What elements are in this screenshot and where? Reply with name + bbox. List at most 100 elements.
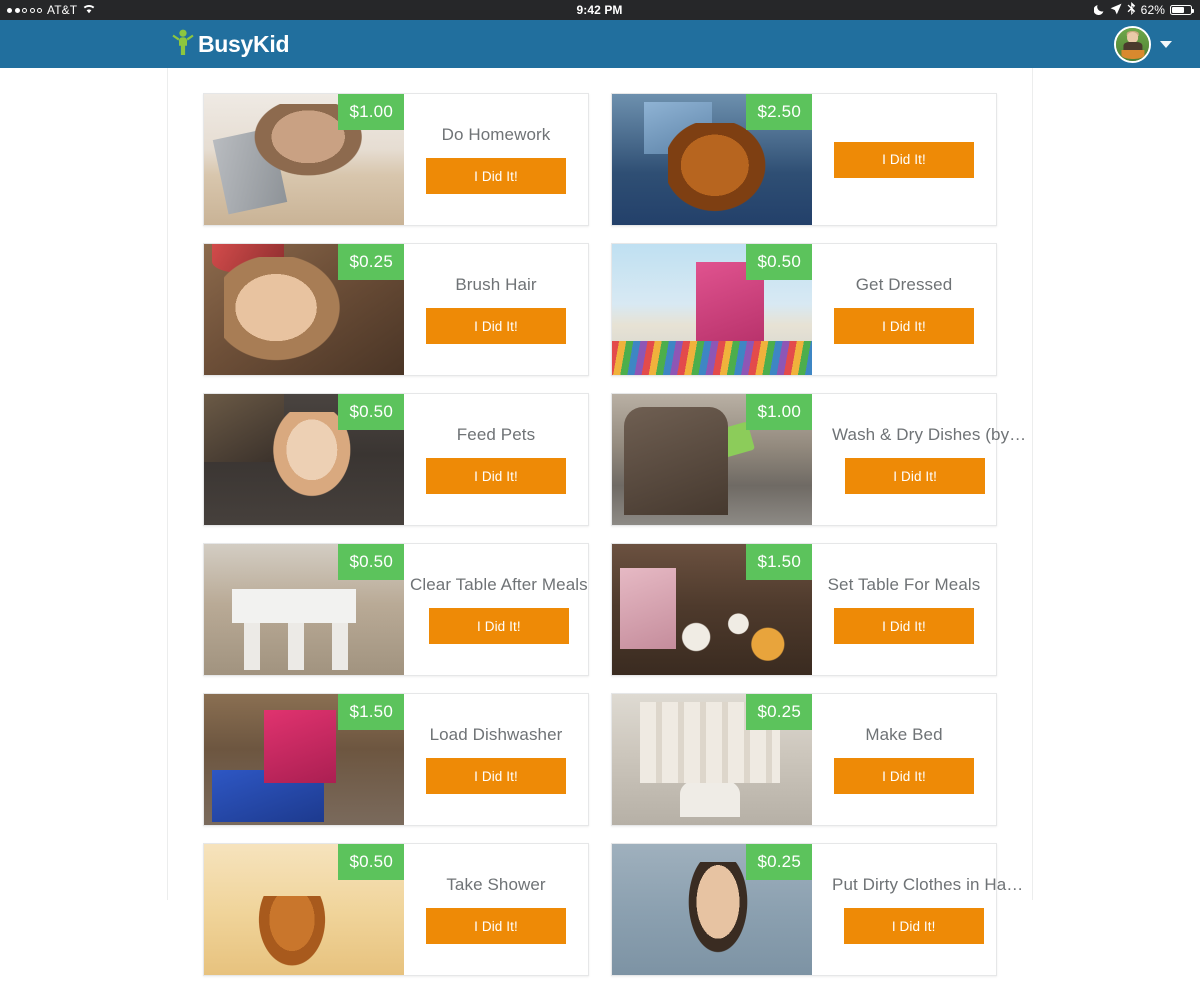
chore-price-badge: $0.25 — [746, 844, 812, 880]
bluetooth-icon — [1127, 2, 1136, 18]
chore-card-body: Clear Table After Meals I Did It! — [404, 544, 594, 675]
chore-cell: $0.50 Feed Pets I Did It! — [192, 393, 600, 543]
chore-card-body: I Did It! — [812, 94, 996, 225]
carrier-label: AT&T — [47, 3, 78, 17]
chore-price-badge: $1.00 — [746, 394, 812, 430]
i-did-it-button[interactable]: I Did It! — [834, 758, 974, 794]
chore-price-badge: $0.50 — [746, 244, 812, 280]
i-did-it-button[interactable]: I Did It! — [845, 458, 986, 494]
chore-cell: $0.25 Put Dirty Clothes in Ha… I Did It! — [600, 843, 1023, 993]
chore-card-body: Do Homework I Did It! — [404, 94, 588, 225]
account-menu[interactable] — [1114, 25, 1172, 63]
ios-status-bar: AT&T 9:42 PM 62% — [0, 0, 1200, 20]
wifi-icon — [82, 3, 96, 17]
chore-card[interactable]: $1.50 Load Dishwasher I Did It! — [203, 693, 589, 826]
chore-card-body: Get Dressed I Did It! — [812, 244, 996, 375]
chore-card-body: Feed Pets I Did It! — [404, 394, 588, 525]
chore-card-body: Take Shower I Did It! — [404, 844, 588, 975]
chore-price-badge: $0.25 — [746, 694, 812, 730]
chore-card-body: Load Dishwasher I Did It! — [404, 694, 588, 825]
chore-title: Feed Pets — [456, 425, 536, 444]
chore-cell: $1.00 Do Homework I Did It! — [192, 93, 600, 243]
chevron-down-icon[interactable] — [1160, 40, 1172, 48]
chore-title: Do Homework — [441, 125, 551, 144]
status-bar-right: 62% — [623, 2, 1200, 18]
chore-card[interactable]: $0.25 Put Dirty Clothes in Ha… I Did It! — [611, 843, 1023, 976]
battery-icon — [1170, 5, 1194, 15]
chore-title: Get Dressed — [855, 275, 953, 294]
i-did-it-button[interactable]: I Did It! — [834, 308, 974, 344]
chore-price-badge: $0.50 — [338, 394, 404, 430]
chore-card[interactable]: $1.00 Do Homework I Did It! — [203, 93, 589, 226]
i-did-it-button[interactable]: I Did It! — [426, 458, 566, 494]
chore-card[interactable]: $2.50 I Did It! — [611, 93, 997, 226]
chore-price-badge: $2.50 — [746, 94, 812, 130]
chore-card-body: Wash & Dry Dishes (by… I Did It! — [812, 394, 1026, 525]
chore-card[interactable]: $0.25 Brush Hair I Did It! — [203, 243, 589, 376]
signal-strength-dots — [7, 7, 42, 13]
chore-thumbnail: $1.00 — [612, 394, 812, 525]
chore-card-body: Put Dirty Clothes in Ha… I Did It! — [812, 844, 1023, 975]
chore-thumbnail: $0.50 — [204, 544, 404, 675]
brand-name: BusyKid — [198, 30, 290, 57]
chore-grid: $1.00 Do Homework I Did It! $2.50 I Did It! $… — [192, 93, 1026, 993]
chore-cell: $1.00 Wash & Dry Dishes (by… I Did It! — [600, 393, 1026, 543]
chore-title: Brush Hair — [455, 275, 537, 294]
chore-thumbnail: $0.25 — [204, 244, 404, 375]
i-did-it-button[interactable]: I Did It! — [426, 758, 566, 794]
chore-title: Make Bed — [865, 725, 943, 744]
chore-price-badge: $1.50 — [338, 694, 404, 730]
i-did-it-button[interactable]: I Did It! — [428, 608, 569, 644]
chore-cell: $0.25 Make Bed I Did It! — [600, 693, 1008, 843]
i-did-it-button[interactable]: I Did It! — [834, 608, 974, 644]
chore-price-badge: $0.50 — [338, 544, 404, 580]
page-background: $1.00 Do Homework I Did It! $2.50 I Did It! $… — [0, 68, 1200, 976]
moon-icon — [1093, 3, 1105, 18]
chore-title: Set Table For Meals — [827, 575, 981, 594]
i-did-it-button[interactable]: I Did It! — [843, 908, 984, 944]
chore-thumbnail: $0.25 — [612, 844, 812, 975]
chore-card[interactable]: $1.00 Wash & Dry Dishes (by… I Did It! — [611, 393, 1026, 526]
i-did-it-button[interactable]: I Did It! — [426, 308, 566, 344]
chore-price-badge: $0.50 — [338, 844, 404, 880]
status-bar-left: AT&T — [0, 3, 576, 17]
i-did-it-button[interactable]: I Did It! — [426, 158, 566, 194]
chore-price-badge: $1.50 — [746, 544, 812, 580]
chore-card[interactable]: $0.50 Take Shower I Did It! — [203, 843, 589, 976]
chore-card[interactable]: $0.50 Get Dressed I Did It! — [611, 243, 997, 376]
chore-cell: $2.50 I Did It! — [600, 93, 1008, 243]
chore-card[interactable]: $0.25 Make Bed I Did It! — [611, 693, 997, 826]
location-arrow-icon — [1110, 3, 1122, 18]
chore-thumbnail: $1.00 — [204, 94, 404, 225]
chore-cell: $1.50 Load Dishwasher I Did It! — [192, 693, 600, 843]
content-container: $1.00 Do Homework I Did It! $2.50 I Did It! $… — [167, 68, 1033, 976]
chore-card-body: Set Table For Meals I Did It! — [812, 544, 996, 675]
battery-percent-label: 62% — [1140, 3, 1165, 17]
chore-cell: $1.50 Set Table For Meals I Did It! — [600, 543, 1008, 693]
chore-card-body: Make Bed I Did It! — [812, 694, 996, 825]
status-bar-time: 9:42 PM — [576, 3, 623, 17]
chore-thumbnail: $1.50 — [204, 694, 404, 825]
chore-cell: $0.50 Take Shower I Did It! — [192, 843, 600, 993]
chore-title: Take Shower — [446, 875, 546, 894]
chore-thumbnail: $0.50 — [204, 844, 404, 975]
chore-price-badge: $1.00 — [338, 94, 404, 130]
brand-logo[interactable]: BusyKid — [172, 28, 290, 61]
chore-thumbnail: $0.50 — [204, 394, 404, 525]
avatar[interactable] — [1114, 25, 1151, 63]
i-did-it-button[interactable]: I Did It! — [834, 141, 974, 178]
chore-card[interactable]: $0.50 Feed Pets I Did It! — [203, 393, 589, 526]
chore-price-badge: $0.25 — [338, 244, 404, 280]
chore-card[interactable]: $0.50 Clear Table After Meals I Did It! — [203, 543, 589, 676]
i-did-it-button[interactable]: I Did It! — [426, 908, 566, 944]
chore-title: Clear Table After Meals — [410, 575, 588, 594]
busykid-person-icon — [172, 28, 194, 61]
chore-card-body: Brush Hair I Did It! — [404, 244, 588, 375]
chore-thumbnail: $1.50 — [612, 544, 812, 675]
app-header: BusyKid — [0, 20, 1200, 68]
chore-card[interactable]: $1.50 Set Table For Meals I Did It! — [611, 543, 997, 676]
chore-cell: $0.50 Clear Table After Meals I Did It! — [192, 543, 600, 693]
chore-thumbnail: $0.25 — [612, 694, 812, 825]
chore-thumbnail: $0.50 — [612, 244, 812, 375]
chore-cell: $0.50 Get Dressed I Did It! — [600, 243, 1008, 393]
